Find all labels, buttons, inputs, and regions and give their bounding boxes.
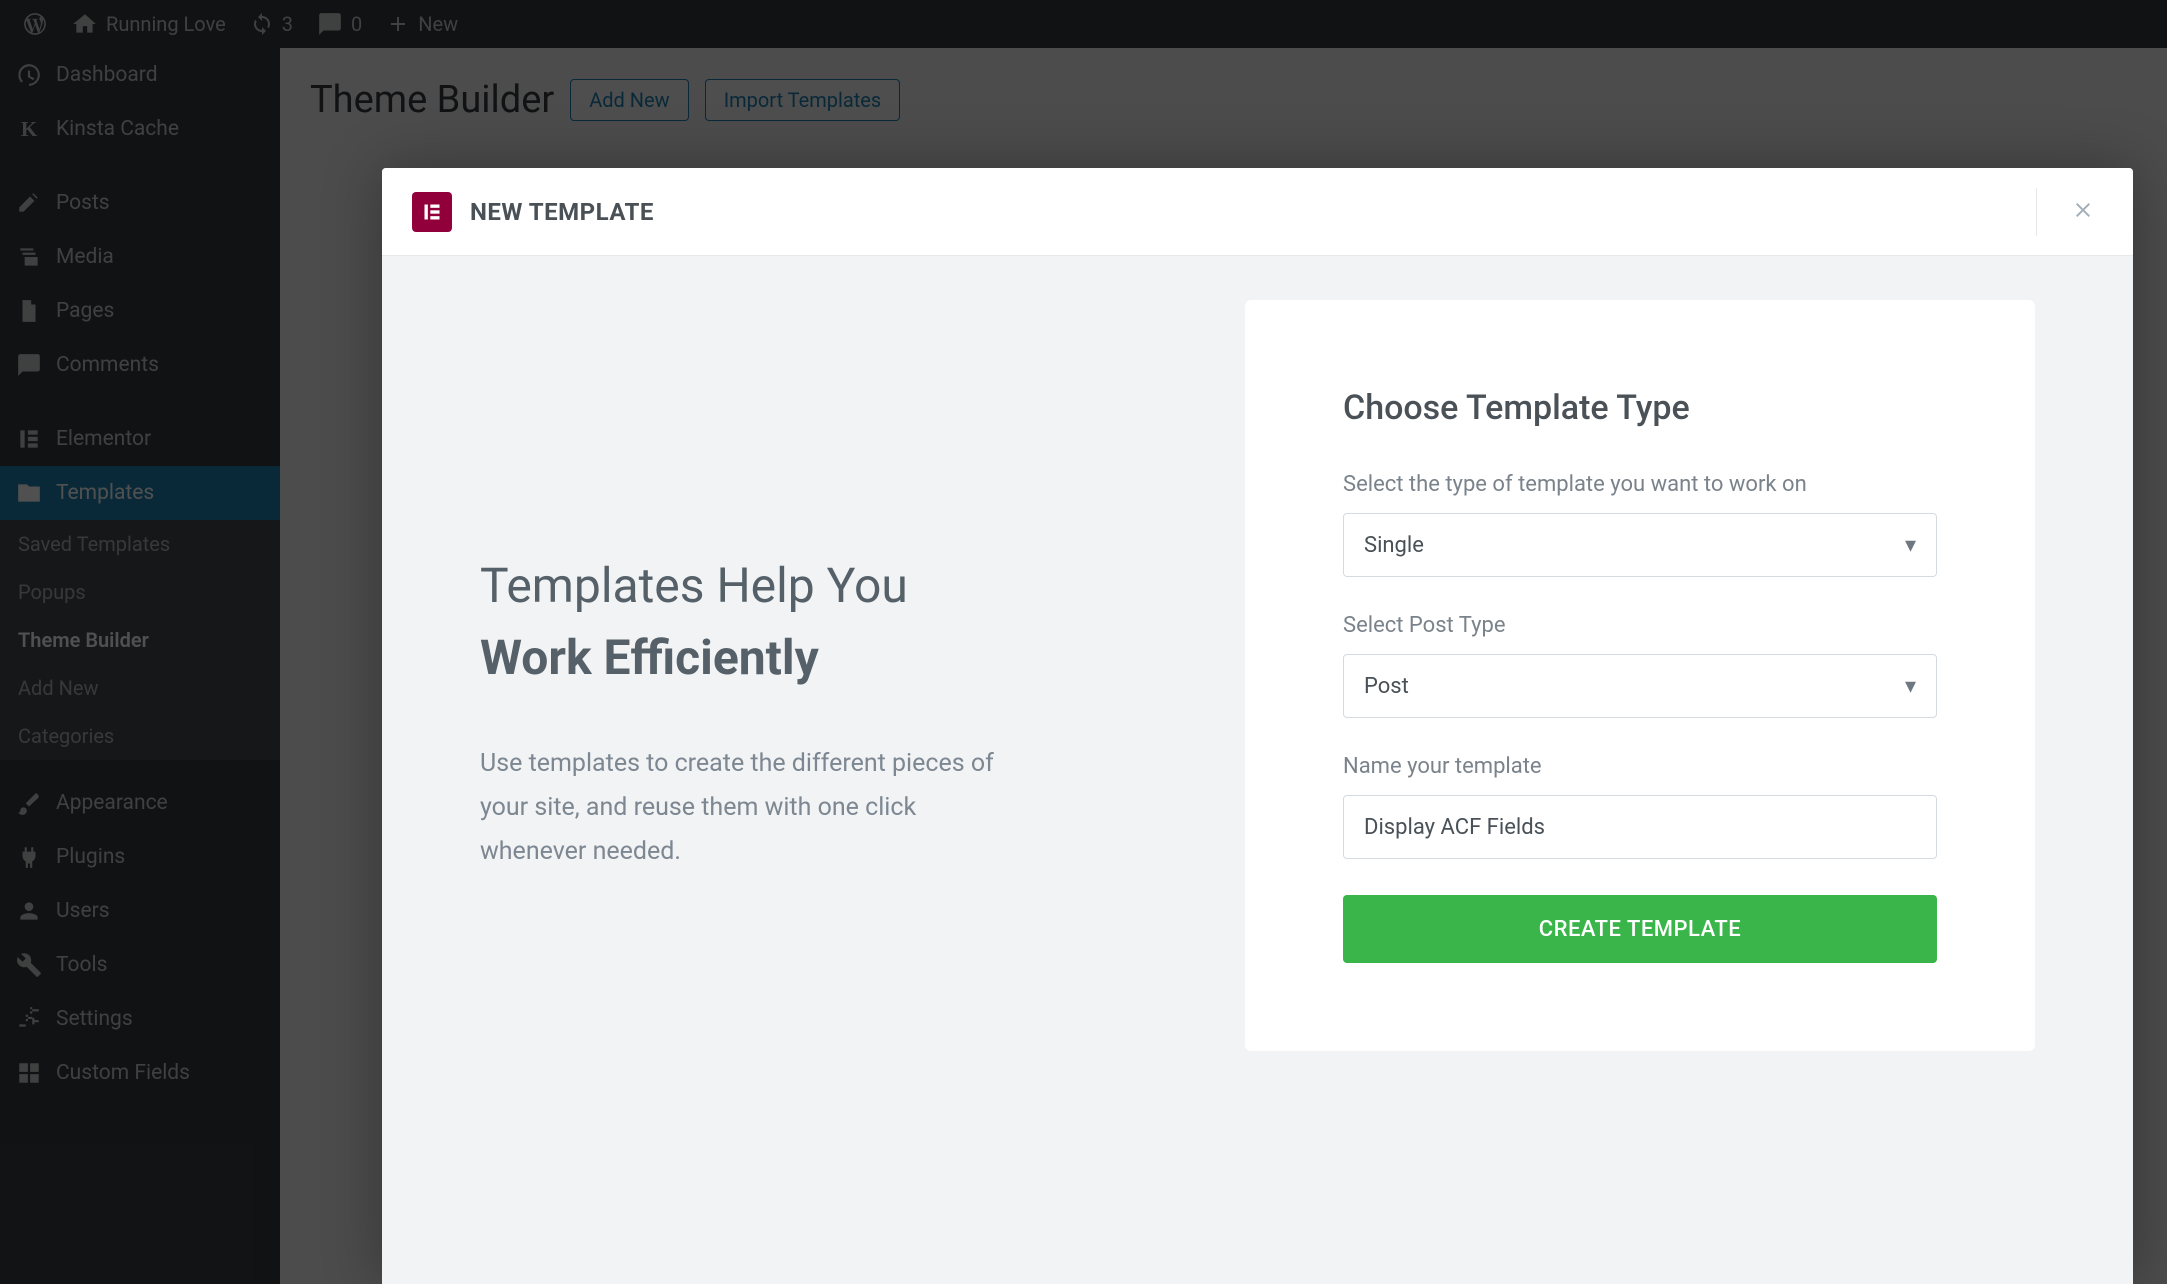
- hero-line1: Templates Help You: [480, 550, 1205, 622]
- caret-down-icon: ▾: [1905, 533, 1916, 558]
- hero-description: Use templates to create the different pi…: [480, 742, 1000, 873]
- template-form: Choose Template Type Select the type of …: [1245, 300, 2035, 1051]
- template-type-select[interactable]: Single ▾: [1343, 513, 1937, 577]
- modal-hero: Templates Help You Work Efficiently Use …: [480, 300, 1205, 1051]
- create-template-button[interactable]: CREATE TEMPLATE: [1343, 895, 1937, 963]
- template-type-value: Single: [1364, 533, 1424, 558]
- template-name-input[interactable]: [1343, 795, 1937, 859]
- hero-line2: Work Efficiently: [480, 622, 1205, 694]
- hero-title: Templates Help You Work Efficiently: [480, 550, 1205, 694]
- form-title: Choose Template Type: [1343, 388, 1937, 428]
- post-type-label: Select Post Type: [1343, 613, 1937, 638]
- modal-body: Templates Help You Work Efficiently Use …: [382, 256, 2133, 1095]
- close-icon: [2071, 198, 2095, 226]
- post-type-select[interactable]: Post ▾: [1343, 654, 1937, 718]
- caret-down-icon: ▾: [1905, 674, 1916, 699]
- close-button[interactable]: [2036, 188, 2103, 236]
- modal-title: NEW TEMPLATE: [470, 198, 654, 226]
- post-type-value: Post: [1364, 674, 1409, 699]
- template-name-label: Name your template: [1343, 754, 1937, 779]
- new-template-modal: NEW TEMPLATE Templates Help You Work Eff…: [382, 168, 2133, 1284]
- template-type-label: Select the type of template you want to …: [1343, 472, 1937, 497]
- modal-header: NEW TEMPLATE: [382, 168, 2133, 256]
- elementor-logo-icon: [412, 192, 452, 232]
